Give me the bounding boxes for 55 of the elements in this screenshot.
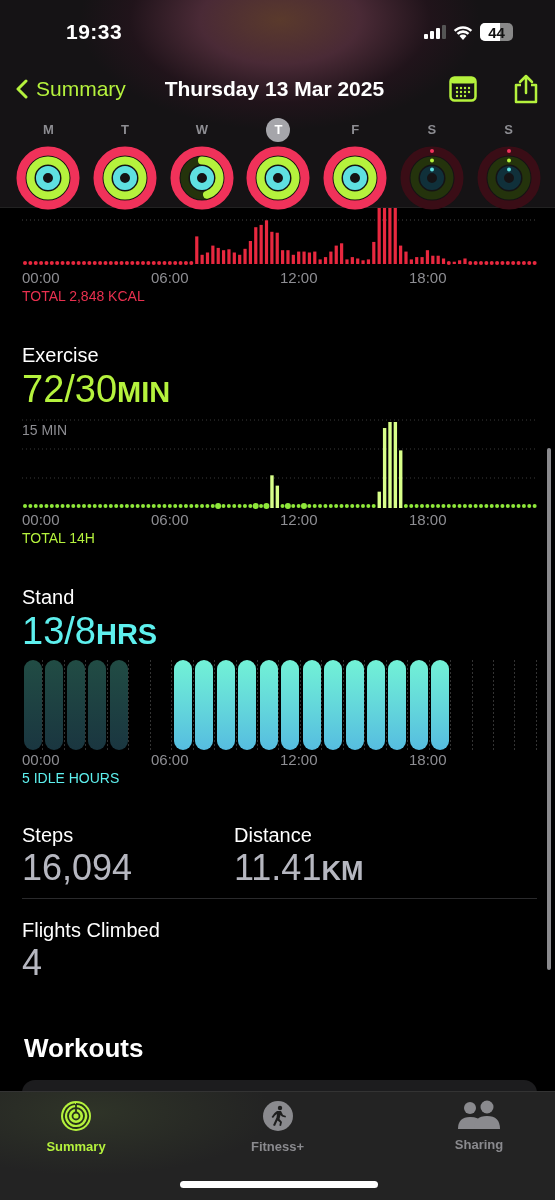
chevron-left-icon	[16, 79, 28, 99]
activity-rings-icon[interactable]	[168, 145, 235, 211]
rings-tab-icon	[60, 1100, 92, 1132]
day-label[interactable]: W	[189, 118, 214, 142]
tab-button[interactable]: Fitness+	[237, 1100, 318, 1154]
activity-rings-icon[interactable]	[15, 145, 82, 211]
stat-value: 4	[22, 942, 43, 983]
status-time: 19:33	[66, 20, 123, 44]
axis-label: 18:00	[409, 511, 448, 530]
stand-unit: HRS	[95, 618, 158, 650]
axis-label: 06:00	[151, 751, 190, 770]
exercise-total: TOTAL 14H	[22, 530, 96, 548]
axis-label: 12:00	[280, 751, 319, 770]
runner-icon	[261, 1100, 294, 1132]
axis-label: 18:00	[409, 269, 448, 288]
activity-rings-icon[interactable]	[322, 145, 389, 211]
stat-label: Steps	[22, 824, 75, 848]
activity-rings-icon[interactable]	[245, 145, 312, 211]
day-label[interactable]: S	[419, 118, 444, 142]
activity-rings-icon[interactable]	[92, 145, 159, 211]
stat-label: Flights Climbed	[22, 919, 161, 943]
workouts-heading: Workouts	[24, 1033, 145, 1064]
signal-icon	[424, 25, 446, 39]
day-label[interactable]: M	[36, 118, 61, 142]
share-icon[interactable]	[513, 74, 539, 104]
axis-label: 00:00	[22, 511, 61, 530]
back-button[interactable]: Summary	[16, 77, 126, 101]
calendar-icon[interactable]	[449, 76, 477, 102]
wifi-icon	[453, 24, 473, 40]
exercise-value: 72/30	[22, 368, 118, 410]
axis-label: 18:00	[409, 751, 448, 770]
exercise-title: Exercise	[22, 344, 100, 368]
day-label[interactable]: T	[113, 118, 138, 142]
exercise-unit: MIN	[117, 376, 171, 408]
axis-label: 12:00	[280, 511, 319, 530]
stand-value: 13/8	[22, 610, 96, 652]
axis-label: 06:00	[151, 269, 190, 288]
tab-button[interactable]: Sharing	[439, 1100, 519, 1154]
tab-button[interactable]: Summary	[36, 1100, 116, 1154]
stat-unit: KM	[321, 856, 364, 886]
axis-label: 00:00	[22, 751, 61, 770]
day-label[interactable]: F	[343, 118, 368, 142]
date-title: Thursday 13 Mar 2025	[163, 77, 386, 101]
move-total: TOTAL 2,848 KCAL	[22, 288, 146, 306]
stand-title: Stand	[22, 586, 76, 610]
battery-icon: 44	[480, 23, 513, 41]
idle-hours: 5 IDLE HOURS	[22, 770, 121, 788]
stat-label: Distance	[234, 824, 313, 848]
axis-label: 12:00	[280, 269, 319, 288]
stat-value: 11.41	[234, 847, 322, 888]
people-icon	[457, 1100, 501, 1130]
day-label[interactable]: S	[496, 118, 521, 142]
axis-label: 00:00	[22, 269, 61, 288]
stat-value: 16,094	[22, 847, 133, 888]
axis-label: 06:00	[151, 511, 190, 530]
